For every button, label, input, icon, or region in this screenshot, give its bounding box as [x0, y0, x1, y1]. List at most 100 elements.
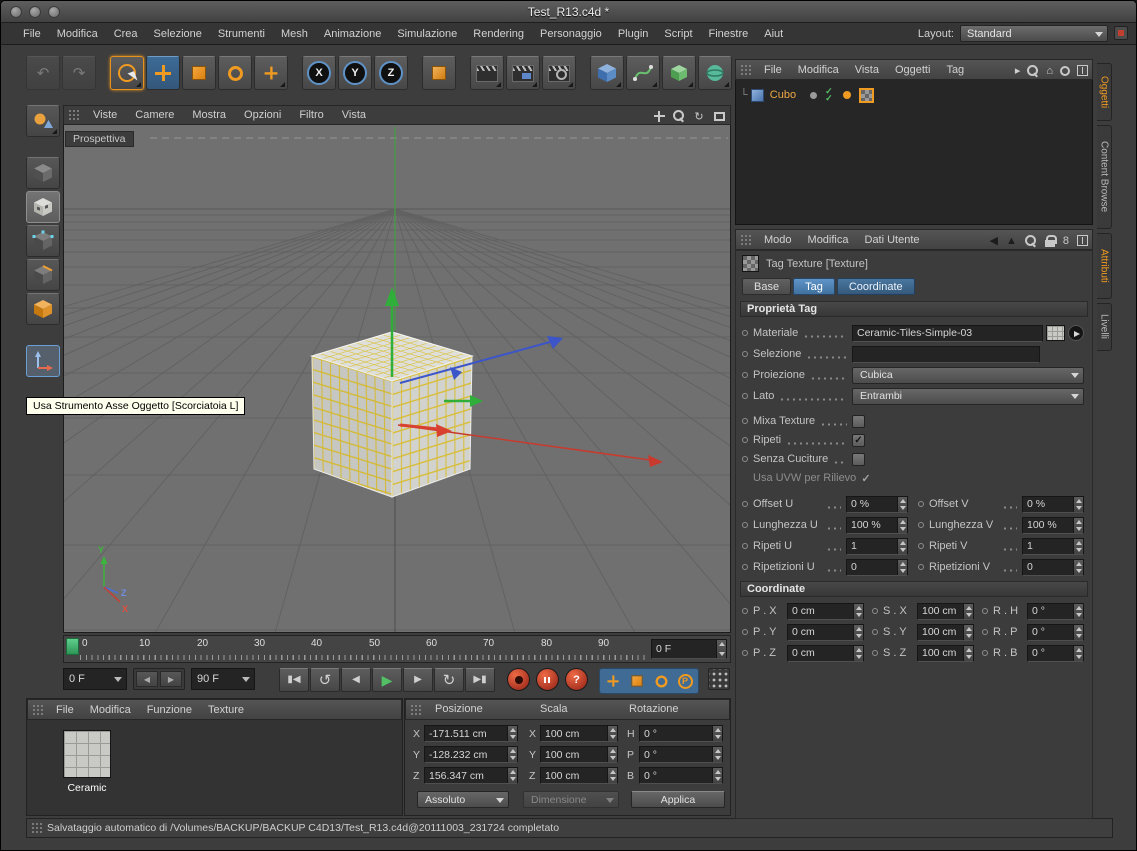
anim-dot[interactable]	[742, 501, 748, 507]
spinner[interactable]	[1073, 538, 1083, 554]
goto-end-button[interactable]: ▶▮	[465, 668, 495, 692]
spinner[interactable]	[607, 726, 617, 741]
play-button[interactable]: ▶	[372, 668, 402, 692]
materials-list[interactable]: Ceramic	[27, 720, 402, 815]
spinner[interactable]	[963, 645, 973, 661]
record-keyframe-button[interactable]	[507, 668, 530, 691]
spinner[interactable]	[507, 726, 517, 741]
anim-dot[interactable]	[872, 608, 878, 614]
spinner[interactable]	[853, 645, 863, 661]
render-view-button[interactable]	[470, 56, 504, 90]
spinner[interactable]	[607, 768, 617, 783]
add-environment-button[interactable]	[698, 56, 732, 90]
offset-v-field[interactable]: 0 %	[1022, 495, 1084, 513]
sz-field[interactable]: 100 cm	[917, 644, 974, 662]
om-more-icon[interactable]: ▸	[1015, 64, 1021, 77]
om-search-icon[interactable]	[1027, 64, 1039, 77]
menu-selezione[interactable]: Selezione	[146, 28, 210, 40]
camera-label[interactable]: Prospettiva	[65, 131, 134, 147]
spinner[interactable]	[1073, 559, 1083, 575]
prev-frame-mini-button[interactable]: ◀	[136, 671, 158, 687]
frame-spinner[interactable]	[716, 640, 726, 658]
mat-menu-texture[interactable]: Texture	[200, 704, 252, 716]
materiale-picker-button[interactable]	[1068, 325, 1084, 341]
anim-dot[interactable]	[742, 437, 748, 443]
om-menu-vista[interactable]: Vista	[847, 64, 887, 76]
end-frame-combo[interactable]: 90 F	[191, 668, 255, 690]
material-dot-icon[interactable]	[842, 91, 851, 99]
menu-finestre[interactable]: Finestre	[701, 28, 757, 40]
anim-dot[interactable]	[742, 564, 748, 570]
add-generator-button[interactable]	[662, 56, 696, 90]
redo-button[interactable]: ↷	[62, 56, 96, 90]
section-coordinate[interactable]: Coordinate	[740, 581, 1088, 597]
px-field[interactable]: 0 cm	[787, 602, 864, 620]
mixa-texture-checkbox[interactable]	[852, 414, 865, 428]
spinner[interactable]	[712, 768, 722, 783]
pos-x-field[interactable]: -171.511 cm	[424, 725, 518, 742]
spinner[interactable]	[712, 747, 722, 762]
vp-menu-viste[interactable]: Viste	[84, 109, 126, 121]
menu-plugin[interactable]: Plugin	[610, 28, 657, 40]
vp-zoom-icon[interactable]	[672, 109, 686, 123]
vp-menu-filtro[interactable]: Filtro	[290, 109, 332, 121]
spinner[interactable]	[1073, 645, 1083, 661]
side-tab-oggetti[interactable]: Oggetti	[1097, 63, 1112, 121]
key-scale-button[interactable]	[625, 670, 649, 692]
anim-dot[interactable]	[742, 351, 748, 357]
pos-z-field[interactable]: 156.347 cm	[424, 767, 518, 784]
om-menu-file[interactable]: File	[756, 64, 790, 76]
coordinate-system-button[interactable]	[422, 56, 456, 90]
model-mode-button[interactable]	[26, 157, 60, 189]
side-tab-livelli[interactable]: Livelli	[1097, 303, 1112, 351]
spinner[interactable]	[963, 603, 973, 619]
ripeti-v-field[interactable]: 1	[1022, 537, 1084, 555]
material-thumbnail[interactable]	[63, 730, 111, 778]
key-position-button[interactable]	[601, 670, 625, 692]
layout-window-icon[interactable]	[1114, 26, 1128, 40]
enable-dot-icon[interactable]	[810, 91, 818, 99]
vp-orbit-icon[interactable]: ↻	[692, 109, 706, 123]
lato-dropdown[interactable]: Entrambi	[852, 387, 1084, 405]
scale-tool-button[interactable]	[182, 56, 216, 90]
live-selection-button[interactable]	[110, 56, 144, 90]
keyframe-selection-button[interactable]: ?	[565, 668, 588, 691]
rb-field[interactable]: 0 °	[1027, 644, 1084, 662]
anim-dot[interactable]	[742, 522, 748, 528]
scale-y-field[interactable]: 100 cm	[540, 746, 618, 763]
rp-field[interactable]: 0 °	[1027, 623, 1084, 641]
section-tag-properties[interactable]: Proprietà Tag	[740, 301, 1088, 317]
pos-y-field[interactable]: -128.232 cm	[424, 746, 518, 763]
loop-button[interactable]: ↻	[434, 668, 464, 692]
vp-menu-mostra[interactable]: Mostra	[183, 109, 235, 121]
anim-dot[interactable]	[918, 564, 924, 570]
anim-dot[interactable]	[982, 608, 988, 614]
lunghezza-v-field[interactable]: 100 %	[1022, 516, 1084, 534]
start-frame-combo[interactable]: 0 F	[63, 668, 127, 690]
dimension-dropdown[interactable]: Dimensione	[523, 791, 619, 808]
lock-y-button[interactable]: Y	[338, 56, 372, 90]
ripeti-checkbox[interactable]: ✓	[852, 433, 865, 447]
object-tree[interactable]: └ Cubo ✓ ✓	[735, 80, 1093, 225]
spinner[interactable]	[897, 559, 907, 575]
next-frame-mini-button[interactable]: ▶	[160, 671, 182, 687]
mat-menu-funzione[interactable]: Funzione	[139, 704, 200, 716]
vp-menu-opzioni[interactable]: Opzioni	[235, 109, 290, 121]
ripeti-u-field[interactable]: 1	[846, 537, 908, 555]
sx-field[interactable]: 100 cm	[917, 602, 974, 620]
object-axis-mode-button[interactable]	[26, 345, 60, 377]
scale-z-field[interactable]: 100 cm	[540, 767, 618, 784]
rot-b-field[interactable]: 0 °	[639, 767, 723, 784]
next-frame-button[interactable]: ▶	[403, 668, 433, 692]
anim-dot[interactable]	[742, 418, 748, 424]
anim-dot[interactable]	[742, 456, 748, 462]
coordinates-grip[interactable]	[410, 703, 422, 716]
timeline-marker[interactable]	[66, 638, 79, 655]
offset-u-field[interactable]: 0 %	[846, 495, 908, 513]
spinner[interactable]	[1073, 603, 1083, 619]
vp-maximize-icon[interactable]	[712, 109, 726, 123]
anim-dot[interactable]	[982, 650, 988, 656]
spinner[interactable]	[712, 726, 722, 741]
viewport-grip[interactable]	[68, 109, 80, 121]
anim-dot[interactable]	[742, 608, 748, 614]
